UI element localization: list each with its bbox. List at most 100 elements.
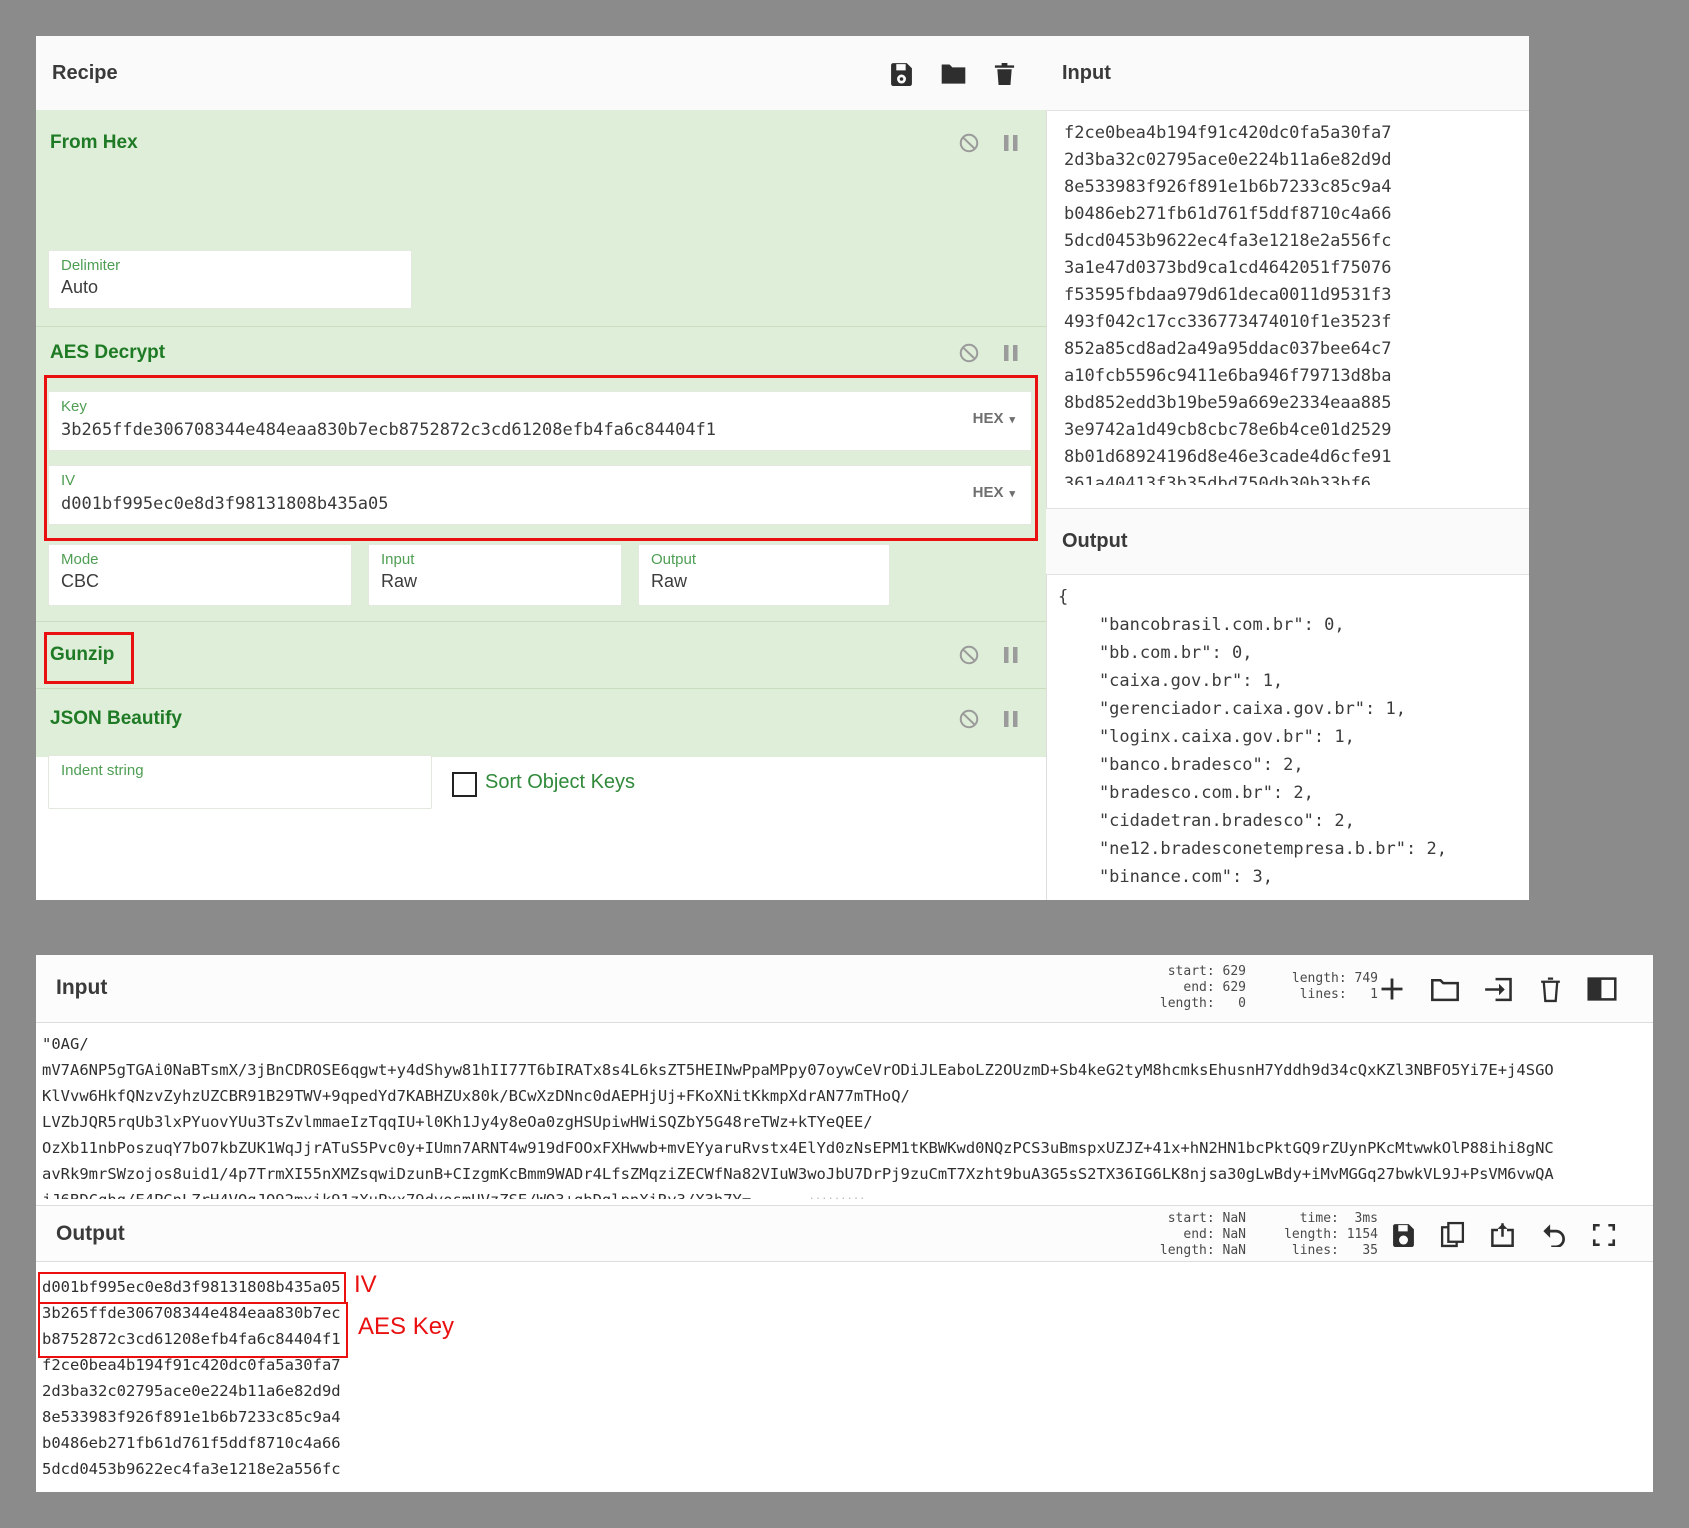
disable-op-icon[interactable] [958, 342, 980, 364]
aes-output-arg[interactable]: Output Raw [638, 544, 890, 606]
undo-output-icon[interactable] [1540, 1222, 1567, 1247]
indent-string-label: Indent string [61, 762, 144, 779]
json-line: { [1058, 583, 1529, 611]
output-line: b0486eb271fb61d761f5ddf8710c4a66 [42, 1430, 1653, 1456]
hex-line: 5dcd0453b9622ec4fa3e1218e2a556fc [1064, 228, 1529, 255]
export-output-icon[interactable] [1489, 1221, 1516, 1248]
input-textarea[interactable]: f2ce0bea4b194f91c420dc0fa5a30fa7 2d3ba32… [1046, 110, 1529, 508]
json-line: "ne12.bradesconetempresa.b.br": 2, [1058, 835, 1529, 863]
copy-output-icon[interactable] [1440, 1221, 1465, 1248]
output-line: 5dcd0453b9622ec4fa3e1218e2a556fc [42, 1456, 1653, 1482]
json-line: "binance.com": 3, [1058, 863, 1529, 891]
output-line-key-1: 3b265ffde306708344e484eaa830b7ec [42, 1300, 1653, 1326]
aes-iv-arg[interactable]: IV d001bf995ec0e8d3f98131808b435a05 HEX▾ [48, 465, 1032, 525]
disable-op-icon[interactable] [958, 132, 980, 154]
aes-key-annotation-label: AES Key [358, 1313, 454, 1341]
json-line: "loginx.caixa.gov.br": 1, [1058, 723, 1529, 751]
op-from-hex-title[interactable]: From Hex [50, 132, 138, 154]
input-textarea[interactable]: "0AG/ mV7A6NP5gTGAi0NaBTsmX/3jBnCDROSE6q… [36, 1023, 1653, 1199]
output-header: Output [1046, 508, 1529, 575]
iv-type-dropdown[interactable]: HEX▾ [973, 484, 1015, 501]
aes-input-arg[interactable]: Input Raw [368, 544, 622, 606]
indent-string-arg[interactable]: Indent string [48, 755, 432, 809]
json-line: "bradesco.com.br": 2, [1058, 779, 1529, 807]
json-line: "caixa.gov.br": 1, [1058, 667, 1529, 695]
input-length-stats: length: 749 lines: 1 [1268, 971, 1378, 1003]
aes-mode-value[interactable]: CBC [61, 571, 99, 592]
op-aes-decrypt-title[interactable]: AES Decrypt [50, 342, 165, 364]
output-title: Output [1046, 509, 1529, 574]
input-title: Input [56, 976, 107, 1000]
input-line: OzXb11nbPoszuqY7bO7kbZUK1WqJjrATuS5Pvc0y… [42, 1135, 1653, 1161]
input-line: LVZbJQR5rqUb3lxPYuovYUu3TsZvlmmaeIzTqqIU… [42, 1109, 1653, 1135]
op-gunzip-title[interactable]: Gunzip [50, 644, 114, 666]
input-cursor-stats: start: 629 end: 629 length: 0 [1076, 964, 1246, 1012]
output-line: 8e533983f926f891e1b6b7233c85c9a4 [42, 1404, 1653, 1430]
aes-iv-label: IV [61, 472, 75, 489]
aes-key-label: Key [61, 398, 87, 415]
top-io-pane: Input f2ce0bea4b194f91c420dc0fa5a30fa7 2… [1046, 36, 1529, 900]
json-line: "banco.bradesco": 2, [1058, 751, 1529, 779]
json-line: "cidadetran.bradesco": 2, [1058, 807, 1529, 835]
cyberchef-bottom-screenshot: Input start: 629 end: 629 length: 0 leng… [36, 955, 1653, 1492]
aes-key-value[interactable]: 3b265ffde306708344e484eaa830b7ecb8752872… [61, 420, 716, 440]
hex-line: 8b01d68924196d8e46e3cade4d6cfe91 [1064, 444, 1529, 471]
json-line: "bancobrasil.com.br": 0, [1058, 611, 1529, 639]
aes-mode-label: Mode [61, 551, 99, 568]
hex-line-clipped: 361a40413f3b35dbd750db30b33bf6 [1064, 471, 1529, 485]
pause-op-icon[interactable] [1002, 133, 1020, 153]
recipe-pane: Recipe From Hex [36, 36, 1047, 900]
maximize-output-icon[interactable] [1591, 1222, 1617, 1248]
load-recipe-folder-icon[interactable] [940, 61, 967, 86]
save-recipe-icon[interactable] [889, 61, 914, 86]
add-input-tab-icon[interactable] [1378, 975, 1406, 1003]
cyberchef-top-screenshot: Recipe From Hex [36, 36, 1529, 900]
delimiter-arg[interactable]: Delimiter Auto [48, 250, 412, 309]
aes-key-arg[interactable]: Key 3b265ffde306708344e484eaa830b7ecb875… [48, 391, 1032, 451]
aes-iv-value[interactable]: d001bf995ec0e8d3f98131808b435a05 [61, 494, 389, 514]
hex-line: 852a85cd8ad2a49a95ddac037bee64c7 [1064, 336, 1529, 363]
output-line-iv: d001bf995ec0e8d3f98131808b435a05 [42, 1274, 1653, 1300]
clear-recipe-trash-icon[interactable] [993, 61, 1016, 86]
input-line: avRk9mrSWzojos8uid1/4p7TrmXI55nXMZsqwiDz… [42, 1161, 1653, 1187]
open-file-as-input-icon[interactable] [1484, 976, 1514, 1003]
disable-op-icon[interactable] [958, 644, 980, 666]
recipe-header: Recipe [36, 36, 1046, 111]
chevron-down-icon: ▾ [1009, 488, 1015, 500]
save-output-icon[interactable] [1391, 1222, 1416, 1247]
aes-mode-arg[interactable]: Mode CBC [48, 544, 352, 606]
input-header: Input start: 629 end: 629 length: 0 leng… [36, 955, 1653, 1023]
chevron-down-icon: ▾ [1009, 414, 1015, 426]
hex-line: 8bd852edd3b19be59a669e2334eaa885 [1064, 390, 1529, 417]
input-line: mV7A6NP5gTGAi0NaBTsmX/3jBnCDROSE6qgwt+y4… [42, 1057, 1653, 1083]
hex-line: 2d3ba32c02795ace0e224b11a6e82d9d [1064, 147, 1529, 174]
output-length-stats: time: 3ms length: 1154 lines: 35 [1258, 1211, 1378, 1259]
delimiter-label: Delimiter [61, 257, 120, 274]
pause-op-icon[interactable] [1002, 709, 1020, 729]
input-tabs-icon[interactable] [1587, 976, 1617, 1002]
hex-line: 493f042c17cc336773474010f1e3523f [1064, 309, 1529, 336]
output-line-key-2: b8752872c3cd61208efb4fa6c84404f1 [42, 1326, 1653, 1352]
hex-line: b0486eb271fb61d761f5ddf8710c4a66 [1064, 201, 1529, 228]
input-header: Input [1046, 36, 1529, 111]
output-textarea[interactable]: d001bf995ec0e8d3f98131808b435a05 3b265ff… [36, 1262, 1653, 1492]
pane-resize-handle[interactable]: ········· [778, 1193, 898, 1205]
output-cursor-stats: start: NaN end: NaN length: NaN [1076, 1211, 1246, 1259]
sort-object-keys-checkbox[interactable] [452, 772, 477, 797]
json-line: "bb.com.br": 0, [1058, 639, 1529, 667]
output-title: Output [56, 1222, 125, 1246]
aes-input-value[interactable]: Raw [381, 571, 417, 592]
op-json-beautify-title[interactable]: JSON Beautify [50, 708, 182, 730]
json-line: "gerenciador.caixa.gov.br": 1, [1058, 695, 1529, 723]
key-type-dropdown[interactable]: HEX▾ [973, 410, 1015, 427]
open-folder-icon[interactable] [1430, 976, 1460, 1003]
disable-op-icon[interactable] [958, 708, 980, 730]
output-textarea[interactable]: { "bancobrasil.com.br": 0, "bb.com.br": … [1046, 575, 1529, 900]
delimiter-value[interactable]: Auto [61, 277, 98, 298]
pause-op-icon[interactable] [1002, 645, 1020, 665]
aes-output-value[interactable]: Raw [651, 571, 687, 592]
output-header: Output start: NaN end: NaN length: NaN t… [36, 1205, 1653, 1262]
hex-line: f53595fbdaa979d61deca0011d9531f3 [1064, 282, 1529, 309]
pause-op-icon[interactable] [1002, 343, 1020, 363]
clear-input-trash-icon[interactable] [1538, 976, 1563, 1003]
